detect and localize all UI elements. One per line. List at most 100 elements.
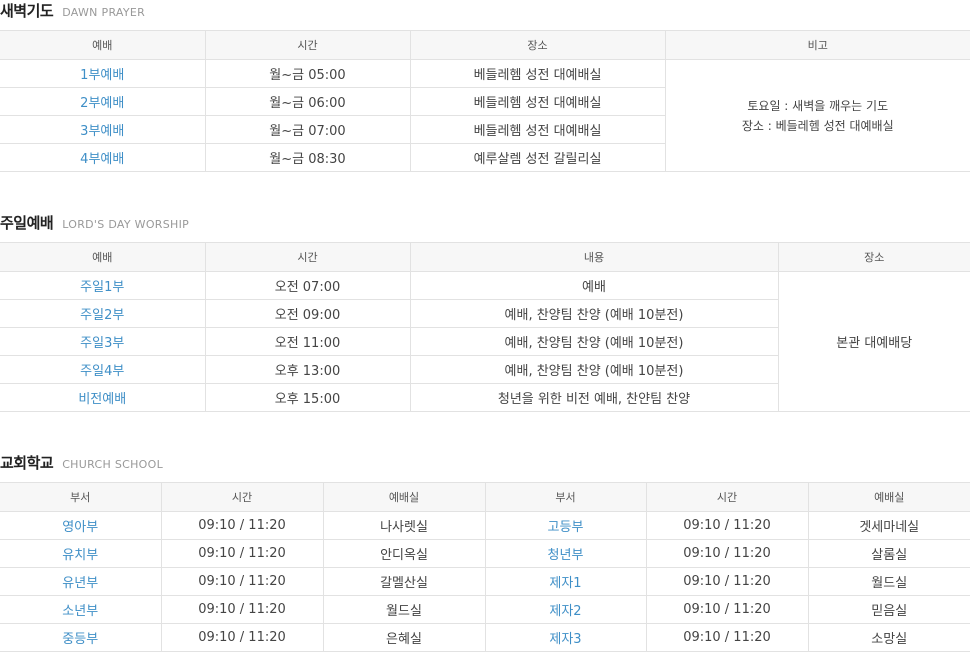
department-time: 09:10 / 11:20 — [645, 623, 809, 652]
department-name[interactable]: 제자2 — [484, 595, 647, 624]
department-room: 살롬실 — [807, 539, 970, 568]
department-time: 09:10 / 11:20 — [645, 511, 809, 540]
table-row: 영아부 09:10 / 11:20 나사렛실 고등부 09:10 / 11:20… — [0, 511, 970, 540]
department-name[interactable]: 유년부 — [0, 567, 162, 596]
service-place: 예루살렘 성전 갈릴리실 — [409, 143, 665, 172]
dawn-note: 토요일 : 새벽을 깨우는 기도 장소 : 베들레헴 성전 대예배실 — [664, 59, 970, 172]
sunday-worship-table: 예배 시간 내용 장소 주일1부 오전 07:00 예배 본관 대예배당 주일2… — [0, 242, 970, 412]
section-title: 주일예배 — [0, 214, 54, 232]
column-header: 시간 — [204, 242, 411, 272]
service-content: 예배 — [409, 271, 779, 300]
department-name[interactable]: 영아부 — [0, 511, 162, 540]
service-name[interactable]: 주일1부 — [0, 271, 206, 300]
service-content: 예배, 찬양팀 찬양 (예배 10분전) — [409, 299, 778, 328]
dawn-prayer-heading: 새벽기도 DAWN PRAYER — [0, 0, 970, 20]
department-name[interactable]: 중등부 — [0, 623, 162, 652]
column-header: 내용 — [409, 242, 779, 272]
column-header: 시간 — [645, 482, 809, 512]
column-header: 예배실 — [322, 482, 486, 512]
section-subtitle: LORD'S DAY WORSHIP — [62, 218, 190, 231]
section-title: 새벽기도 — [0, 2, 54, 20]
department-room: 소망실 — [807, 623, 970, 652]
section-subtitle: CHURCH SCHOOL — [62, 458, 164, 471]
dawn-prayer-table: 예배 시간 장소 비고 1부예배 월~금 05:00 베들레헴 성전 대예배실 … — [0, 30, 970, 172]
service-time: 월~금 05:00 — [204, 59, 411, 88]
section-title: 교회학교 — [0, 454, 54, 472]
department-time: 09:10 / 11:20 — [160, 567, 324, 596]
service-name[interactable]: 비전예배 — [0, 383, 206, 412]
service-place: 본관 대예배당 — [777, 271, 970, 412]
department-room: 겟세마네실 — [807, 511, 970, 540]
dawn-prayer-section: 새벽기도 DAWN PRAYER 예배 시간 장소 비고 1부예배 월~금 05… — [0, 0, 970, 172]
service-content: 예배, 찬양팀 찬양 (예배 10분전) — [409, 355, 778, 384]
service-time: 오전 11:00 — [204, 327, 411, 356]
table-row: 중등부 09:10 / 11:20 은혜실 제자3 09:10 / 11:20 … — [0, 623, 970, 652]
column-header: 부서 — [0, 482, 162, 512]
department-room: 믿음실 — [807, 595, 970, 624]
column-header: 부서 — [484, 482, 647, 512]
column-header: 비고 — [664, 30, 970, 60]
column-header: 예배실 — [807, 482, 970, 512]
department-name[interactable]: 제자1 — [484, 567, 647, 596]
note-line: 토요일 : 새벽을 깨우는 기도 — [747, 98, 889, 113]
service-time: 오전 07:00 — [204, 271, 411, 300]
column-header: 장소 — [777, 242, 970, 272]
department-room: 월드실 — [807, 567, 970, 596]
column-header: 예배 — [0, 30, 206, 60]
service-time: 오후 15:00 — [204, 383, 411, 412]
sunday-worship-heading: 주일예배 LORD'S DAY WORSHIP — [0, 212, 970, 232]
service-name[interactable]: 3부예배 — [0, 115, 206, 144]
department-room: 은혜실 — [322, 623, 486, 652]
department-name[interactable]: 소년부 — [0, 595, 162, 624]
department-time: 09:10 / 11:20 — [160, 511, 324, 540]
service-name[interactable]: 주일3부 — [0, 327, 206, 356]
department-time: 09:10 / 11:20 — [645, 539, 809, 568]
department-time: 09:10 / 11:20 — [160, 539, 324, 568]
table-row: 소년부 09:10 / 11:20 월드실 제자2 09:10 / 11:20 … — [0, 595, 970, 624]
church-school-section: 교회학교 CHURCH SCHOOL 부서 시간 예배실 부서 시간 예배실 영… — [0, 452, 970, 652]
department-time: 09:10 / 11:20 — [160, 623, 324, 652]
service-time: 월~금 07:00 — [204, 115, 411, 144]
department-time: 09:10 / 11:20 — [645, 595, 809, 624]
service-name[interactable]: 주일4부 — [0, 355, 206, 384]
department-name[interactable]: 제자3 — [484, 623, 647, 652]
department-name[interactable]: 유치부 — [0, 539, 162, 568]
church-school-table: 부서 시간 예배실 부서 시간 예배실 영아부 09:10 / 11:20 나사… — [0, 482, 970, 652]
service-place: 베들레헴 성전 대예배실 — [409, 87, 665, 116]
service-time: 월~금 08:30 — [204, 143, 411, 172]
service-name[interactable]: 2부예배 — [0, 87, 206, 116]
department-room: 갈멜산실 — [322, 567, 486, 596]
column-header: 장소 — [409, 30, 666, 60]
column-header: 시간 — [160, 482, 324, 512]
department-time: 09:10 / 11:20 — [160, 595, 324, 624]
service-content: 예배, 찬양팀 찬양 (예배 10분전) — [409, 327, 778, 356]
section-subtitle: DAWN PRAYER — [62, 6, 146, 19]
service-place: 베들레헴 성전 대예배실 — [409, 59, 666, 88]
service-time: 오후 13:00 — [204, 355, 411, 384]
table-row: 유치부 09:10 / 11:20 안디옥실 청년부 09:10 / 11:20… — [0, 539, 970, 568]
service-name[interactable]: 4부예배 — [0, 143, 206, 172]
service-place: 베들레헴 성전 대예배실 — [409, 115, 665, 144]
department-room: 나사렛실 — [322, 511, 486, 540]
column-header: 시간 — [204, 30, 411, 60]
service-name[interactable]: 주일2부 — [0, 299, 206, 328]
sunday-worship-section: 주일예배 LORD'S DAY WORSHIP 예배 시간 내용 장소 주일1부… — [0, 212, 970, 412]
department-name[interactable]: 청년부 — [484, 539, 647, 568]
table-row: 유년부 09:10 / 11:20 갈멜산실 제자1 09:10 / 11:20… — [0, 567, 970, 596]
table-header-row: 예배 시간 내용 장소 — [0, 242, 970, 272]
table-header-row: 부서 시간 예배실 부서 시간 예배실 — [0, 482, 970, 512]
service-name[interactable]: 1부예배 — [0, 59, 206, 88]
department-time: 09:10 / 11:20 — [645, 567, 809, 596]
column-header: 예배 — [0, 242, 206, 272]
table-row: 주일1부 오전 07:00 예배 본관 대예배당 — [0, 271, 970, 412]
department-name[interactable]: 고등부 — [484, 511, 647, 540]
department-room: 월드실 — [322, 595, 486, 624]
note-line: 장소 : 베들레헴 성전 대예배실 — [741, 118, 894, 133]
service-time: 오전 09:00 — [204, 299, 411, 328]
service-time: 월~금 06:00 — [204, 87, 411, 116]
table-header-row: 예배 시간 장소 비고 — [0, 30, 970, 60]
table-row: 1부예배 월~금 05:00 베들레헴 성전 대예배실 토요일 : 새벽을 깨우… — [0, 59, 970, 172]
department-room: 안디옥실 — [322, 539, 486, 568]
church-school-heading: 교회학교 CHURCH SCHOOL — [0, 452, 970, 472]
service-content: 청년을 위한 비전 예배, 찬얀팀 찬양 — [409, 383, 778, 412]
